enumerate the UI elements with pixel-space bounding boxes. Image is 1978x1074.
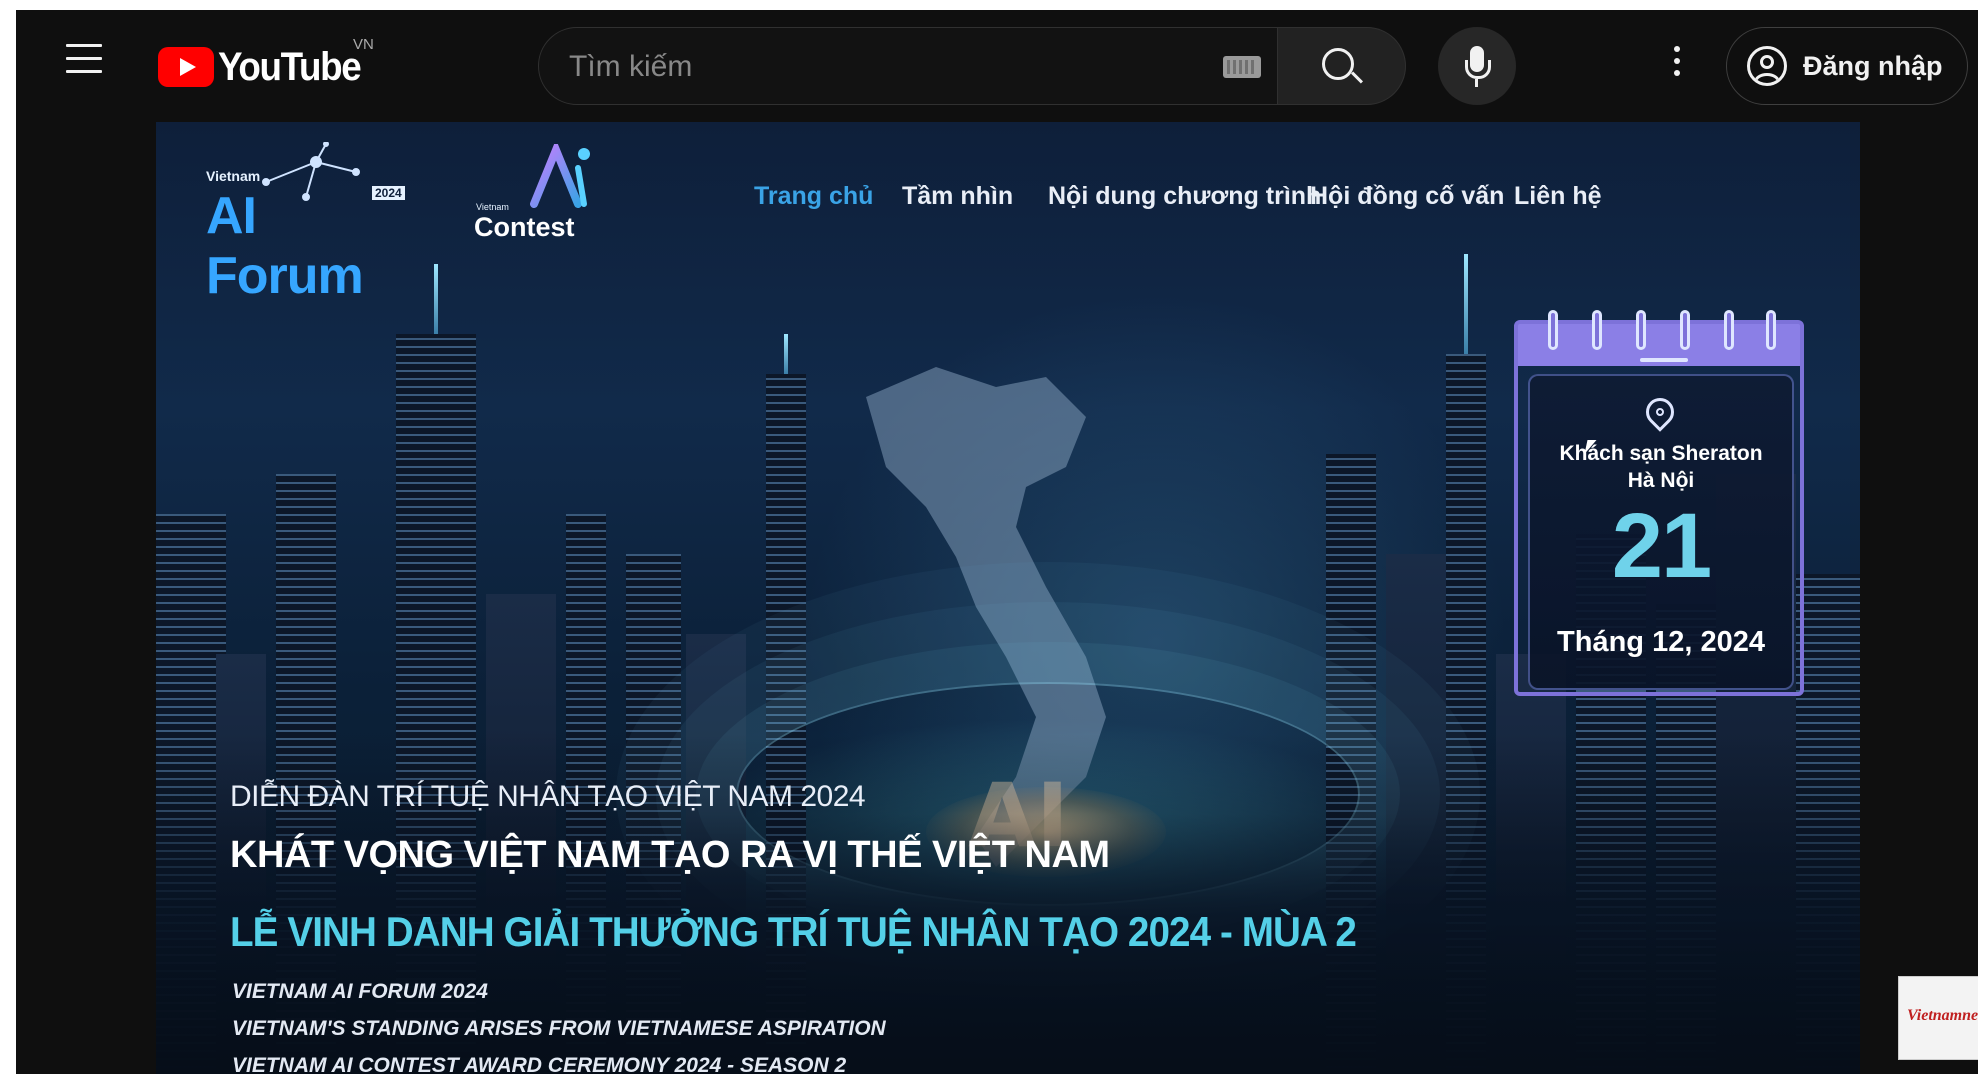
ai-forum-year: 2024	[372, 186, 405, 200]
menu-icon[interactable]	[62, 44, 108, 84]
search-button[interactable]	[1278, 27, 1406, 105]
event-venue: Khách sạn Sheraton Hà Nội	[1530, 440, 1792, 494]
calendar-ring	[1592, 310, 1602, 350]
site-nav-vision[interactable]: Tầm nhìn	[902, 182, 1013, 211]
ai-forum-country: Vietnam	[206, 168, 261, 184]
calendar-ring	[1548, 310, 1558, 350]
calendar-body: Khách sạn Sheraton Hà Nội 21 Tháng 12, 2…	[1528, 374, 1794, 690]
ai-forum-title: AI Forum	[206, 187, 364, 305]
country-code: VN	[353, 36, 374, 53]
award-ceremony-title: LỄ VINH DANH GIẢI THƯỞNG TRÍ TUỆ NHÂN TẠ…	[230, 908, 1357, 955]
video-player[interactable]: AI Vietnam AI Forum 2024	[156, 122, 1860, 1074]
youtube-wordmark: YouTube	[218, 44, 362, 89]
event-venue-line2: Hà Nội	[1627, 469, 1695, 492]
voice-search-button[interactable]	[1438, 27, 1516, 105]
calendar-ring	[1680, 310, 1690, 350]
watermark-text: Vietnamnet	[1907, 1007, 1978, 1024]
more-vert-icon[interactable]	[1662, 46, 1692, 86]
event-month-year: Tháng 12, 2024	[1557, 626, 1765, 658]
vietnamnet-watermark: Vietnamnet	[1898, 976, 1978, 1060]
forum-slogan: KHÁT VỌNG VIỆT NAM TẠO RA VỊ THẾ VIỆT NA…	[230, 834, 1110, 876]
youtube-play-icon	[158, 47, 214, 87]
youtube-page: YouTube VN Đăng nhập	[16, 10, 1978, 1074]
skyline-spire	[784, 334, 788, 374]
ai-contest-country: Vietnam	[476, 202, 509, 212]
calendar-bar	[1640, 358, 1688, 362]
ai-contest-logo[interactable]: Vietnam Contest	[474, 142, 614, 242]
calendar-ring	[1636, 310, 1646, 350]
sign-in-label: Đăng nhập	[1803, 50, 1943, 81]
microphone-icon-foot	[1475, 79, 1478, 87]
skyline-spire	[434, 264, 438, 334]
english-subtitle: VIETNAM AI CONTEST AWARD CEREMONY 2024 -…	[232, 1054, 847, 1074]
site-nav-program[interactable]: Nội dung chương trình	[1048, 182, 1321, 211]
youtube-logo[interactable]: YouTube	[158, 44, 373, 90]
keyboard-icon[interactable]	[1223, 56, 1261, 78]
search-box	[538, 27, 1278, 105]
english-subtitle: VIETNAM AI FORUM 2024	[232, 980, 488, 1003]
location-pin-icon	[1640, 392, 1680, 432]
event-day: 21	[1611, 495, 1712, 597]
site-nav-advisory-board[interactable]: Hội đồng cố vấn	[1310, 182, 1504, 211]
calendar-ring	[1766, 310, 1776, 350]
search-icon	[1322, 48, 1354, 80]
site-nav-contact[interactable]: Liên hệ	[1514, 182, 1602, 211]
masthead: YouTube VN Đăng nhập	[16, 10, 1978, 120]
english-subtitle: VIETNAM'S STANDING ARISES FROM VIETNAMES…	[232, 1017, 886, 1040]
search-icon-handle	[1350, 71, 1364, 84]
account-icon	[1747, 46, 1787, 86]
site-nav-home[interactable]: Trang chủ	[754, 182, 873, 211]
event-date-card: Khách sạn Sheraton Hà Nội 21 Tháng 12, 2…	[1514, 310, 1804, 696]
forum-headline: DIỄN ĐÀN TRÍ TUỆ NHÂN TẠO VIỆT NAM 2024	[230, 780, 866, 813]
ai-forum-logo[interactable]: Vietnam AI Forum 2024	[206, 142, 416, 305]
search-input[interactable]	[567, 46, 1191, 88]
skyline-spire	[1464, 254, 1468, 354]
ai-contest-mark-icon	[530, 144, 590, 208]
ai-contest-title: Contest	[474, 212, 575, 242]
event-venue-line1: Khách sạn Sheraton	[1559, 442, 1763, 465]
microphone-icon-stand	[1465, 60, 1491, 79]
sign-in-button[interactable]: Đăng nhập	[1726, 27, 1968, 105]
calendar-ring	[1724, 310, 1734, 350]
